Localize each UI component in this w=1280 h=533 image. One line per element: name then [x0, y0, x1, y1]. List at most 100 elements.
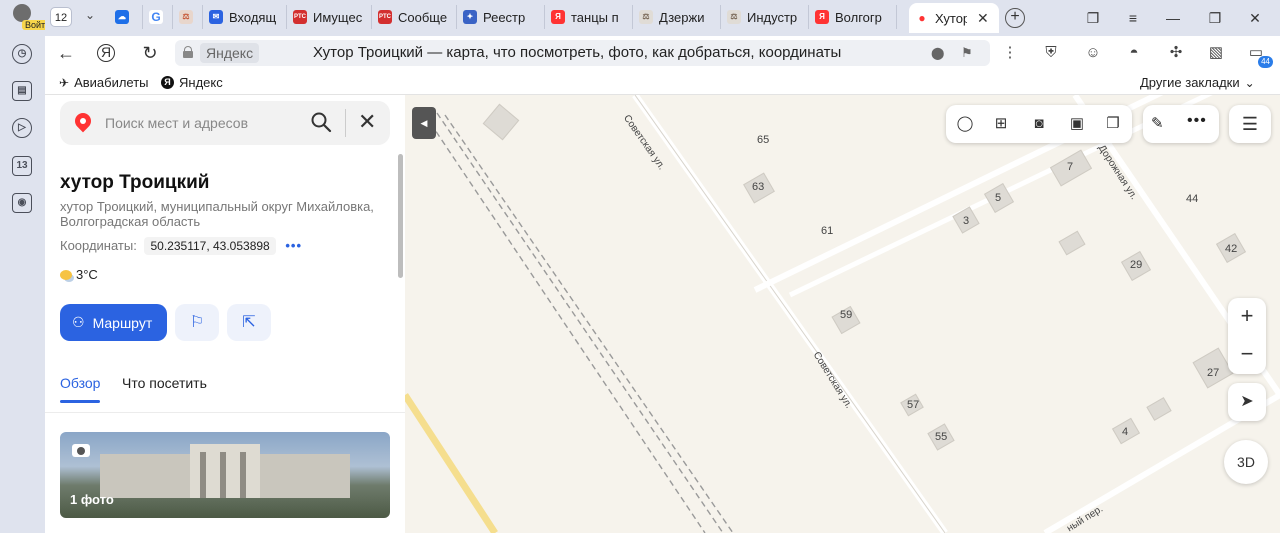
video-icon[interactable]: ▷ — [12, 118, 32, 138]
tab-label: Хутор — [935, 10, 967, 26]
collections-ext-icon[interactable]: ▧ — [1205, 42, 1227, 64]
tab-counter[interactable]: 12 — [50, 7, 72, 27]
extension-avatar-icon[interactable]: ☺ — [1082, 42, 1104, 64]
bookmark-label: Яндекс — [179, 75, 223, 90]
tab-property[interactable]: РТС Имущес — [287, 5, 372, 29]
bookmark-label: Авиабилеты — [74, 75, 149, 90]
more-horizontal-icon[interactable]: ••• — [1187, 112, 1207, 130]
counter-13-icon[interactable]: 13 — [12, 156, 32, 176]
location-icon[interactable]: ⬤ — [931, 46, 944, 60]
toggle-3d-button[interactable]: 3D — [1224, 440, 1268, 484]
tab-what-to-visit[interactable]: Что посетить — [122, 375, 207, 391]
chevron-down-icon: ⌄ — [1244, 75, 1255, 90]
transit-bus-icon[interactable]: ▣ — [1066, 114, 1088, 134]
browser-sidebar: Войти ◷ ▤ ▷ 13 ◉ — [0, 0, 54, 533]
tab-inbox[interactable]: ✉ Входящ — [203, 5, 287, 29]
bookmark-icon[interactable]: ⚑ — [961, 45, 973, 61]
panel-scrollbar[interactable] — [398, 154, 403, 278]
more-vertical-icon[interactable]: ⋮ — [999, 42, 1021, 64]
more-horizontal-icon[interactable]: ••• — [285, 238, 302, 253]
house-number: 42 — [1225, 243, 1238, 255]
tab-dzerzh[interactable]: ⚖ Дзержи — [633, 5, 721, 29]
street-sovetskaya-edge — [634, 95, 946, 533]
tab-industry[interactable]: ⚖ Индустр — [721, 5, 809, 29]
house-number: 5 — [995, 192, 1002, 204]
zoom-in-button[interactable]: + — [1228, 298, 1266, 336]
house-number: 59 — [840, 309, 853, 321]
coordinates-value[interactable]: 50.235117, 43.053898 — [144, 237, 276, 255]
reload-icon[interactable]: ↻ — [139, 42, 161, 64]
close-icon[interactable]: ✕ — [977, 10, 989, 27]
tab-label: Дзержи — [659, 9, 705, 25]
hat-icon[interactable]: ◓ — [1123, 42, 1145, 64]
maps-pin-icon — [71, 109, 95, 133]
site-chip[interactable]: Яндекс — [200, 43, 260, 63]
tab-label: Индустр — [747, 9, 798, 25]
weather-temp: 3°C — [76, 267, 98, 282]
search-icon[interactable] — [310, 111, 332, 133]
photo-column — [240, 452, 246, 498]
screenshot-icon[interactable]: ◉ — [12, 193, 32, 213]
close-window-icon[interactable]: ✕ — [1245, 8, 1265, 28]
route-label: Маршрут — [92, 314, 153, 331]
bookmark-yandex[interactable]: Я Яндекс — [161, 75, 223, 90]
search-input[interactable]: Поиск мест и адресов — [105, 115, 248, 131]
place-photo[interactable]: 1 фото — [60, 432, 390, 518]
other-bookmarks-label: Другие закладки — [1140, 75, 1240, 90]
tab-strip: 12 ⌄ ☁ G ⚖ ✉ Входящ РТС Имущес РТС Сообщ… — [45, 0, 1280, 36]
map-menu-button[interactable]: ☰ — [1229, 105, 1271, 143]
history-icon[interactable]: ◷ — [12, 44, 32, 64]
collapse-panel-button[interactable]: ◀ — [412, 107, 436, 139]
url-field[interactable]: Яндекс Хутор Троицкий — карта, что посмо… — [175, 40, 990, 66]
minimize-icon[interactable]: — — [1163, 8, 1183, 28]
layers-circle-icon[interactable]: ◯ — [954, 114, 976, 134]
tab-cloud[interactable]: ☁ — [109, 5, 143, 29]
tab-dance[interactable]: Я танцы п — [545, 5, 633, 29]
photo-count: 1 фото — [70, 492, 114, 507]
tab-registry[interactable]: ✦ Реестр — [457, 5, 545, 29]
ruler-icon[interactable]: ✎ — [1151, 114, 1164, 132]
menu-icon[interactable]: ≡ — [1123, 8, 1143, 28]
route-button[interactable]: ⚇ Маршрут — [60, 304, 167, 341]
restore-icon[interactable]: ❐ — [1205, 8, 1225, 28]
yandex-home-icon[interactable]: Я — [97, 44, 115, 62]
tab-scales[interactable]: ⚖ — [173, 5, 203, 29]
house-number: 55 — [935, 431, 948, 443]
tab-overview[interactable]: Обзор — [60, 375, 101, 403]
search-box[interactable]: Поиск мест и адресов ✕ — [60, 101, 390, 145]
house-number: 29 — [1130, 259, 1143, 271]
map-canvas[interactable]: 65 63 61 59 57 55 3 5 7 29 27 4 44 42 Со… — [405, 95, 1280, 533]
locate-me-button[interactable]: ➤ — [1228, 383, 1266, 421]
save-bookmark-button[interactable]: ⚐ — [175, 304, 219, 341]
tab-label: Входящ — [229, 9, 277, 25]
place-address: хутор Троицкий, муниципальный округ Миха… — [60, 199, 374, 229]
tab-messages[interactable]: РТС Сообще — [372, 5, 457, 29]
tab-manager-icon[interactable]: ❐ — [1083, 8, 1103, 28]
house-number: 61 — [821, 225, 834, 237]
downloads-icon[interactable]: ▭ 44 — [1245, 42, 1273, 68]
mail-icon: ✉ — [209, 10, 223, 24]
tab-google[interactable]: G — [143, 5, 173, 29]
close-icon[interactable]: ✕ — [358, 109, 376, 135]
house-number: 57 — [907, 399, 920, 411]
panorama-camera-icon[interactable]: ◙ — [1028, 114, 1050, 134]
share-button[interactable]: ⇱ — [227, 304, 271, 341]
back-icon[interactable]: ← — [55, 42, 77, 64]
collections-icon[interactable]: ▤ — [12, 81, 32, 101]
chevron-down-icon[interactable]: ⌄ — [80, 8, 100, 26]
shield-icon[interactable]: ⛨ — [1040, 42, 1062, 64]
bookmark-avia[interactable]: ✈ Авиабилеты — [59, 75, 149, 90]
other-bookmarks[interactable]: Другие закладки ⌄ — [1140, 75, 1255, 90]
login-button[interactable]: Войти — [6, 4, 54, 32]
tab-khutor-active[interactable]: ● Хутор ✕ — [909, 3, 999, 33]
tab-volgograd[interactable]: Я Волгогр — [809, 5, 897, 29]
lock-icon — [183, 46, 193, 58]
puzzle-icon[interactable]: ✣ — [1165, 42, 1187, 64]
map-book-icon[interactable]: ⊞ — [990, 114, 1012, 134]
house-number: 7 — [1067, 161, 1074, 173]
layers-icon[interactable]: ❐ — [1102, 114, 1124, 134]
zoom-control: + − — [1228, 298, 1266, 374]
zoom-out-button[interactable]: − — [1228, 336, 1266, 374]
place-panel: Поиск мест и адресов ✕ хутор Троицкий ху… — [45, 95, 405, 533]
new-tab-button[interactable]: + — [1005, 8, 1025, 28]
